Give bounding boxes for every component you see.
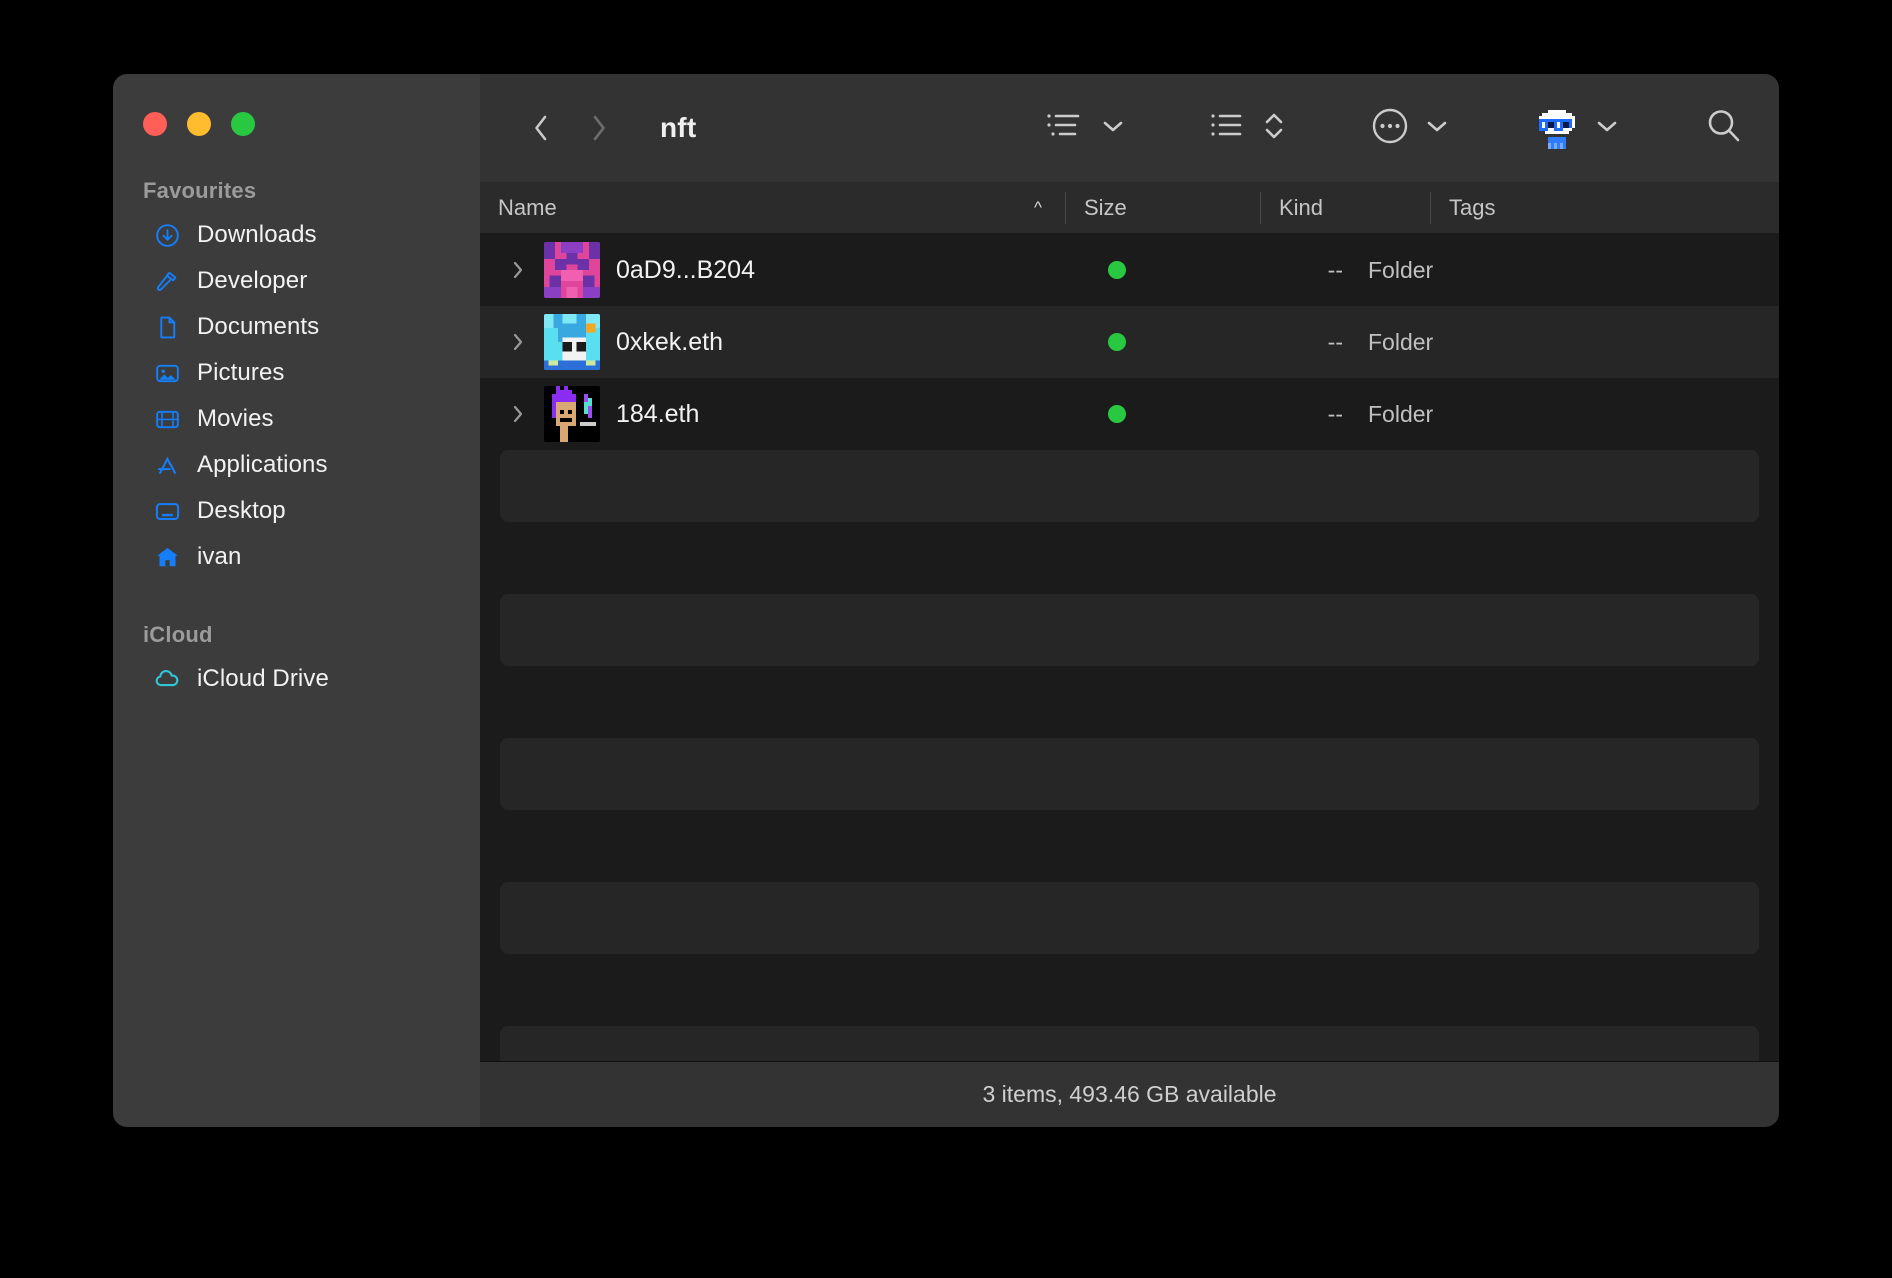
ellipsis-circle-icon (1369, 105, 1411, 152)
sidebar-item-label: Developer (197, 267, 308, 294)
file-size: -- (1327, 400, 1343, 427)
close-button[interactable] (143, 112, 167, 136)
group-list-icon (1209, 109, 1249, 148)
appstore-icon (153, 451, 181, 479)
minimize-button[interactable] (187, 112, 211, 136)
file-size: -- (1327, 328, 1343, 355)
maximize-button[interactable] (231, 112, 255, 136)
row-stripe (500, 882, 1759, 954)
disclosure-chevron-right-icon[interactable] (498, 256, 538, 284)
more-actions-button[interactable] (1369, 105, 1449, 152)
content-area: nft Name ^ Size Kind Tags 0aD9...B204 --… (480, 74, 1779, 1127)
avatar-icon (1533, 104, 1581, 152)
file-thumbnail (544, 242, 600, 298)
sidebar-item-desktop[interactable]: Desktop (125, 488, 468, 534)
column-header-tags[interactable]: Tags (1431, 182, 1779, 234)
table-row[interactable]: 184.eth -- Folder (480, 378, 1779, 450)
sidebar-item-label: iCloud Drive (197, 665, 329, 692)
tag-dot (1108, 405, 1126, 423)
column-header-name[interactable]: Name ^ (480, 182, 1066, 234)
chevron-left-icon[interactable] (524, 107, 558, 149)
cloud-icon (153, 665, 181, 693)
tag-dot (1108, 333, 1126, 351)
chevron-down-icon (1101, 118, 1125, 139)
sidebar-item-downloads[interactable]: Downloads (125, 212, 468, 258)
row-stripe (500, 450, 1759, 522)
sidebar-item-movies[interactable]: Movies (125, 396, 468, 442)
row-stripe (500, 594, 1759, 666)
sidebar-item-label: Pictures (197, 359, 285, 386)
file-thumbnail (544, 314, 600, 370)
column-header-label: Name (498, 194, 557, 220)
toolbar: nft (480, 74, 1779, 182)
traffic-lights (113, 74, 480, 136)
desktop-icon (153, 497, 181, 525)
sidebar-item-label: Desktop (197, 497, 286, 524)
download-circle-icon (153, 221, 181, 249)
status-text: 3 items, 493.46 GB available (982, 1081, 1277, 1107)
sidebar-section-favourites-title: Favourites (143, 178, 257, 203)
file-name: 0xkek.eth (616, 327, 724, 356)
file-size: -- (1327, 256, 1343, 283)
sidebar-item-label: Downloads (197, 221, 317, 248)
search-icon (1703, 105, 1745, 152)
sidebar-item-documents[interactable]: Documents (125, 304, 468, 350)
column-header-label: Size (1084, 194, 1127, 220)
disclosure-chevron-right-icon[interactable] (498, 328, 538, 356)
file-name: 184.eth (616, 399, 700, 428)
photo-icon (153, 359, 181, 387)
column-header-kind[interactable]: Kind (1261, 182, 1431, 234)
disclosure-chevron-right-icon[interactable] (498, 400, 538, 428)
row-stripe (500, 738, 1759, 810)
chevron-down-icon (1595, 118, 1619, 139)
file-kind: Folder (1368, 400, 1434, 427)
sidebar-item-label: Movies (197, 405, 274, 432)
sidebar-section-icloud-title: iCloud (143, 622, 213, 647)
sidebar-item-developer[interactable]: Developer (125, 258, 468, 304)
page-title: nft (660, 112, 697, 143)
file-list: 0aD9...B204 -- Folder 0xkek.eth -- Folde… (480, 234, 1779, 1061)
home-icon (153, 543, 181, 571)
column-header-size[interactable]: Size (1066, 182, 1261, 234)
search-button[interactable] (1703, 105, 1745, 152)
share-button[interactable] (1533, 104, 1619, 152)
document-icon (153, 313, 181, 341)
column-header-label: Kind (1279, 194, 1324, 220)
file-thumbnail (544, 386, 600, 442)
status-bar: 3 items, 493.46 GB available (480, 1061, 1779, 1127)
sidebar-item-applications[interactable]: Applications (125, 442, 468, 488)
chevron-up-down-icon (1263, 108, 1285, 149)
sidebar-item-label: Applications (197, 451, 328, 478)
column-header-label: Tags (1449, 194, 1496, 220)
file-name: 0aD9...B204 (616, 255, 755, 284)
chevron-right-icon[interactable] (582, 107, 616, 149)
file-kind: Folder (1368, 328, 1434, 355)
finder-window: Favourites Downloads Developer Documents… (113, 74, 1779, 1127)
file-kind: Folder (1368, 256, 1434, 283)
sidebar-item-label: Documents (197, 313, 320, 340)
sidebar: Favourites Downloads Developer Documents… (113, 74, 480, 1127)
film-icon (153, 405, 181, 433)
navigation-buttons (524, 107, 616, 149)
group-sort-button[interactable] (1209, 108, 1285, 149)
table-row[interactable]: 0xkek.eth -- Folder (480, 306, 1779, 378)
hammer-icon (153, 267, 181, 295)
column-header-row: Name ^ Size Kind Tags (480, 182, 1779, 234)
sort-ascending-icon: ^ (1034, 198, 1042, 217)
sidebar-item-icloud-drive[interactable]: iCloud Drive (125, 656, 468, 702)
list-view-icon (1045, 109, 1087, 148)
sidebar-item-label: ivan (197, 543, 242, 570)
table-row[interactable]: 0aD9...B204 -- Folder (480, 234, 1779, 306)
tag-dot (1108, 261, 1126, 279)
row-stripe (500, 1026, 1759, 1061)
sidebar-item-pictures[interactable]: Pictures (125, 350, 468, 396)
view-options-button[interactable] (1045, 109, 1125, 148)
sidebar-item-ivan[interactable]: ivan (125, 534, 468, 580)
chevron-down-icon (1425, 118, 1449, 139)
